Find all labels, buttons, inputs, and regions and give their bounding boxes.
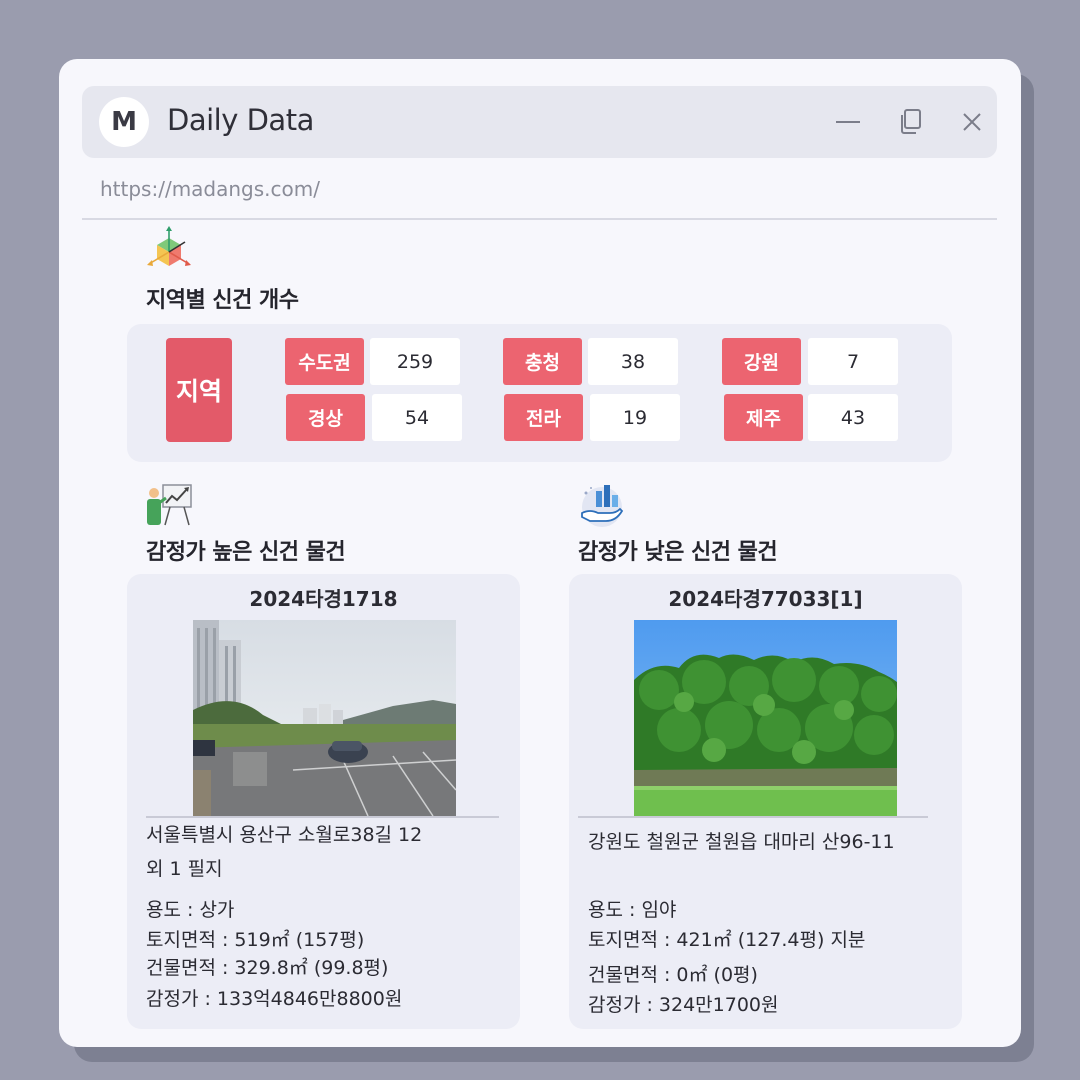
high-land-area: 토지면적 : 519㎡ (157평): [146, 929, 365, 951]
region-tag-capital: 수도권: [285, 338, 364, 385]
low-building-area: 건물면적 : 0㎡ (0평): [588, 964, 758, 986]
cube-axes-icon: [143, 224, 195, 276]
low-appraisal: 감정가 : 324만1700원: [588, 994, 779, 1016]
low-case-number[interactable]: 2024타경77033[1]: [569, 583, 962, 612]
low-property-photo[interactable]: [634, 620, 897, 816]
high-section-title: 감정가 높은 신건 물건: [146, 540, 346, 565]
low-land-area: 토지면적 : 421㎡ (127.4평) 지분: [588, 929, 866, 951]
title-bar: M Daily Data: [82, 86, 997, 158]
region-tag-chungcheong: 충청: [503, 338, 582, 385]
region-tag-jeju: 제주: [724, 394, 803, 441]
low-address-line1: 강원도 철원군 철원읍 대마리 산96-11: [588, 831, 895, 853]
high-address-line1: 서울특별시 용산구 소월로38길 12: [146, 824, 423, 846]
high-appraisal: 감정가 : 133억4846만8800원: [146, 988, 403, 1010]
high-usage: 용도 : 상가: [146, 899, 235, 921]
app-logo: M: [99, 97, 149, 147]
region-tag-gangwon: 강원: [722, 338, 801, 385]
region-count-gyeongsang: 54: [372, 394, 462, 441]
high-property-photo[interactable]: [193, 620, 456, 816]
region-count-chungcheong: 38: [588, 338, 678, 385]
close-button[interactable]: [954, 104, 990, 140]
region-section-title: 지역별 신건 개수: [146, 288, 299, 313]
header-divider: [82, 218, 997, 220]
close-icon: [963, 113, 981, 131]
restore-icon: [901, 109, 921, 134]
region-count-capital: 259: [370, 338, 460, 385]
region-header-label: 지역: [166, 338, 232, 442]
url-text[interactable]: https://madangs.com/: [100, 177, 320, 201]
high-case-number[interactable]: 2024타경1718: [127, 583, 520, 612]
region-count-jeolla: 19: [590, 394, 680, 441]
region-count-gangwon: 7: [808, 338, 898, 385]
app-title: Daily Data: [167, 103, 314, 137]
low-section-title: 감정가 낮은 신건 물건: [578, 540, 778, 565]
minimize-button[interactable]: [830, 104, 866, 140]
presentation-chart-icon: [143, 479, 195, 531]
app-window: M Daily Data https://madangs.com/ 지역별 신건…: [59, 59, 1021, 1047]
high-address-line2: 외 1 필지: [146, 858, 223, 880]
region-tag-jeolla: 전라: [504, 394, 583, 441]
low-usage: 용도 : 임야: [588, 899, 677, 921]
region-count-jeju: 43: [808, 394, 898, 441]
restore-button[interactable]: [893, 104, 929, 140]
hand-chart-icon: [576, 479, 628, 531]
low-card-divider: [578, 816, 928, 818]
high-building-area: 건물면적 : 329.8㎡ (99.8평): [146, 957, 389, 979]
minimize-icon: [836, 121, 860, 123]
region-tag-gyeongsang: 경상: [286, 394, 365, 441]
